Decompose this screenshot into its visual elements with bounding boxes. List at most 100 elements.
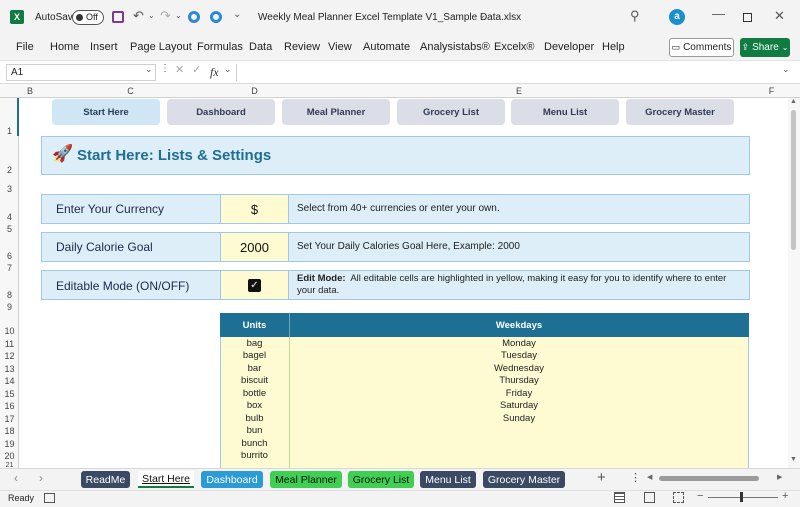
unit-cell[interactable]: bar [220, 363, 289, 374]
nav-start-here-button[interactable]: Start Here [52, 99, 160, 125]
calorie-goal-input[interactable]: 2000 [220, 233, 289, 261]
expand-formula-icon[interactable]: ⌄ [782, 64, 790, 75]
row-header[interactable]: 18 [0, 426, 19, 436]
row-header[interactable]: 11 [0, 339, 19, 349]
row-header[interactable]: 20 [0, 451, 19, 461]
row-header[interactable]: 13 [0, 364, 19, 374]
weekday-cell[interactable]: Thursday [289, 375, 749, 386]
weekday-cell[interactable]: Tuesday [289, 350, 749, 361]
sheet-tab-readme[interactable]: ReadMe [81, 471, 130, 488]
cancel-icon[interactable]: ✕ [175, 63, 184, 76]
sheet-tab-dashboard[interactable]: Dashboard [201, 471, 263, 488]
unit-cell[interactable]: bagel [220, 350, 289, 361]
close-icon[interactable]: ✕ [774, 8, 785, 24]
row-header[interactable]: 7 [0, 263, 19, 273]
row-header[interactable]: 8 [0, 290, 19, 300]
row-header[interactable]: 16 [0, 401, 19, 411]
redo-icon[interactable]: ↷ [160, 8, 171, 24]
menu-automate[interactable]: Automate [363, 41, 410, 53]
unit-cell[interactable]: bun [220, 425, 289, 436]
column-header-d[interactable]: D [220, 86, 289, 96]
menu-formulas[interactable]: Formulas [197, 41, 243, 53]
unit-cell[interactable]: bag [220, 338, 289, 349]
formula-input[interactable] [236, 64, 776, 81]
row-header[interactable]: 3 [0, 184, 19, 194]
menu-review[interactable]: Review [284, 41, 320, 53]
customize-toolbar-icon[interactable]: ⌄ [233, 9, 241, 20]
sheet-tab-grocery-master[interactable]: Grocery Master [483, 471, 565, 488]
more-options-icon[interactable]: ⋮ [160, 63, 170, 74]
row-header[interactable]: 17 [0, 414, 19, 424]
insert-function-icon[interactable]: fx [210, 65, 219, 80]
unit-cell[interactable]: bunch [220, 438, 289, 449]
unit-cell[interactable]: biscuit [220, 375, 289, 386]
menu-home[interactable]: Home [50, 41, 79, 53]
column-header-e[interactable]: E [289, 86, 749, 96]
sheet-tab-grocery-list[interactable]: Grocery List [348, 471, 414, 488]
circle-icon[interactable] [188, 11, 200, 23]
scroll-left-icon[interactable]: ◀ [647, 473, 652, 481]
horizontal-scrollbar[interactable]: ◀ ▶ [647, 473, 787, 485]
row-header[interactable]: 5 [0, 224, 19, 234]
row-header[interactable]: 15 [0, 389, 19, 399]
nav-menu-list-button[interactable]: Menu List [511, 99, 619, 125]
sheet-tab-meal-planner[interactable]: Meal Planner [270, 471, 342, 488]
nav-dashboard-button[interactable]: Dashboard [167, 99, 275, 125]
row-header[interactable]: 1 [0, 126, 19, 136]
scroll-right-icon[interactable]: ▶ [777, 473, 782, 481]
zoom-out-icon[interactable]: − [697, 490, 703, 502]
menu-file[interactable]: File [16, 41, 34, 53]
menu-excelx[interactable]: Excelx® [494, 41, 535, 53]
accessibility-icon[interactable] [44, 493, 55, 503]
sheet-tab-start-here[interactable]: Start Here [138, 471, 194, 488]
unit-cell[interactable]: burrito [220, 450, 289, 461]
row-header[interactable]: 12 [0, 351, 19, 361]
scroll-thumb[interactable] [659, 476, 759, 481]
unit-cell[interactable]: box [220, 400, 289, 411]
row-header[interactable]: 4 [0, 212, 19, 222]
row-header[interactable]: 10 [0, 326, 19, 336]
row-header[interactable]: 2 [0, 165, 19, 175]
menu-help[interactable]: Help [602, 41, 625, 53]
account-avatar[interactable]: a [669, 9, 685, 25]
sheet-tab-menu-list[interactable]: Menu List [420, 471, 476, 488]
name-box[interactable]: A1 [6, 64, 156, 81]
edit-mode-checkbox[interactable]: ✓ [248, 278, 261, 292]
chevron-down-icon[interactable]: ⌄ [478, 10, 486, 21]
share-button[interactable]: ⇪ Share ⌄ [740, 38, 790, 57]
column-header-b[interactable]: B [19, 86, 41, 96]
scroll-down-icon[interactable]: ▼ [790, 456, 797, 463]
weekday-cell[interactable]: Sunday [289, 413, 749, 424]
page-break-view-icon[interactable] [673, 492, 684, 503]
autosave-toggle[interactable]: Off [72, 10, 104, 25]
next-sheet-icon[interactable]: › [39, 471, 43, 485]
maximize-icon[interactable] [743, 13, 752, 22]
menu-page-layout[interactable]: Page Layout [130, 41, 192, 53]
zoom-thumb[interactable] [740, 492, 743, 502]
menu-view[interactable]: View [328, 41, 352, 53]
chevron-down-icon[interactable]: ⌄ [224, 64, 232, 75]
chevron-down-icon[interactable]: ⌄ [148, 11, 155, 20]
row-header[interactable]: 14 [0, 376, 19, 386]
undo-icon[interactable]: ↶ [133, 8, 144, 24]
page-layout-view-icon[interactable] [644, 492, 655, 503]
scroll-thumb[interactable] [791, 110, 796, 250]
row-header[interactable]: 9 [0, 302, 19, 312]
add-sheet-icon[interactable]: + [597, 469, 606, 486]
nav-grocery-master-button[interactable]: Grocery Master [626, 99, 734, 125]
save-icon[interactable] [112, 11, 124, 23]
column-header-f[interactable]: F [749, 86, 794, 96]
row-header[interactable]: 6 [0, 251, 19, 261]
minimize-icon[interactable]: — [712, 6, 725, 21]
vertical-scrollbar[interactable]: ▲ ▼ [788, 98, 800, 468]
nav-grocery-list-button[interactable]: Grocery List [397, 99, 505, 125]
column-header-c[interactable]: C [41, 86, 220, 96]
normal-view-icon[interactable] [614, 492, 625, 503]
weekday-cell[interactable]: Saturday [289, 400, 749, 411]
menu-data[interactable]: Data [249, 41, 272, 53]
prev-sheet-icon[interactable]: ‹ [14, 471, 18, 485]
comments-button[interactable]: ▭ Comments [669, 38, 734, 57]
more-options-icon[interactable]: ⋮ [630, 471, 641, 484]
menu-analysistabs[interactable]: Analysistabs® [420, 41, 490, 53]
nav-meal-planner-button[interactable]: Meal Planner [282, 99, 390, 125]
